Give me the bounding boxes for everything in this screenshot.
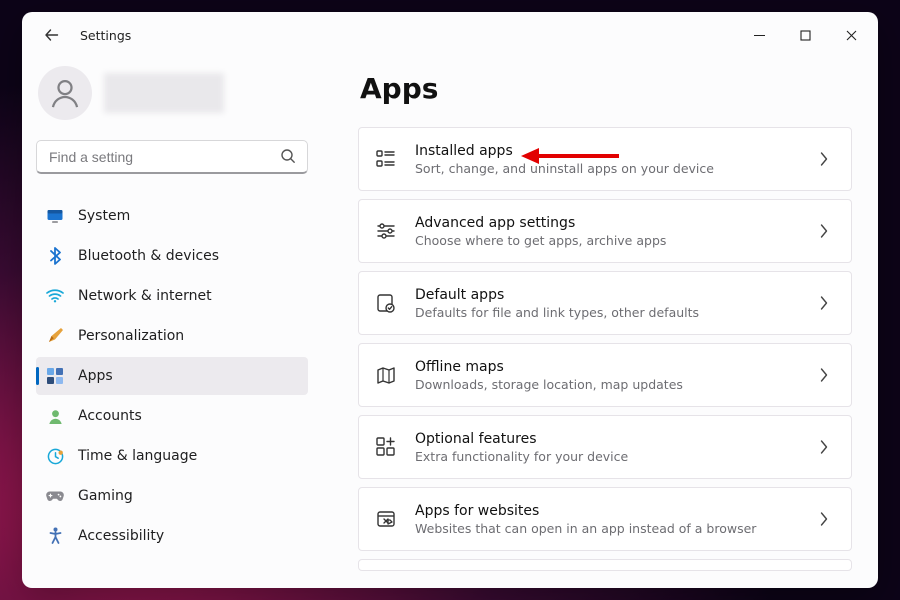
nav-list: System Bluetooth & devices Network & int…	[36, 196, 308, 556]
map-icon	[375, 364, 397, 386]
nav-item-time[interactable]: Time & language	[36, 437, 308, 475]
nav-item-system[interactable]: System	[36, 197, 308, 235]
card-subtitle: Choose where to get apps, archive apps	[415, 233, 801, 248]
clock-icon	[46, 447, 64, 465]
nav-item-accessibility[interactable]: Accessibility	[36, 517, 308, 555]
maximize-icon	[800, 30, 811, 41]
card-subtitle: Sort, change, and uninstall apps on your…	[415, 161, 801, 176]
card-title: Advanced app settings	[415, 215, 801, 231]
chevron-right-icon	[819, 152, 835, 166]
nav-label: Accounts	[78, 408, 142, 424]
card-subtitle: Websites that can open in an app instead…	[415, 521, 801, 536]
nav-label: Time & language	[78, 448, 197, 464]
card-offline-maps[interactable]: Offline maps Downloads, storage location…	[358, 343, 852, 407]
window-title: Settings	[80, 28, 131, 43]
card-title: Optional features	[415, 431, 801, 447]
chevron-right-icon	[819, 224, 835, 238]
card-subtitle: Extra functionality for your device	[415, 449, 801, 464]
nav-label: Network & internet	[78, 288, 212, 304]
nav-label: System	[78, 208, 130, 224]
card-title: Apps for websites	[415, 503, 801, 519]
card-subtitle: Defaults for file and link types, other …	[415, 305, 801, 320]
settings-window: Settings	[22, 12, 878, 588]
minimize-button[interactable]	[736, 19, 782, 51]
window-controls	[736, 19, 874, 51]
nav-item-accounts[interactable]: Accounts	[36, 397, 308, 435]
card-default-apps[interactable]: Default apps Defaults for file and link …	[358, 271, 852, 335]
nav-label: Accessibility	[78, 528, 164, 544]
installed-apps-icon	[375, 148, 397, 170]
profile-block[interactable]	[38, 66, 308, 120]
card-title: Offline maps	[415, 359, 801, 375]
card-optional-features[interactable]: Optional features Extra functionality fo…	[358, 415, 852, 479]
minimize-icon	[754, 30, 765, 41]
nav-label: Personalization	[78, 328, 184, 344]
apps-for-websites-icon	[375, 508, 397, 530]
card-text: Default apps Defaults for file and link …	[415, 287, 801, 320]
search-input[interactable]	[36, 140, 308, 174]
window-body: System Bluetooth & devices Network & int…	[22, 58, 878, 588]
back-button[interactable]	[34, 17, 70, 53]
card-apps-for-websites[interactable]: Apps for websites Websites that can open…	[358, 487, 852, 551]
card-text: Installed apps Sort, change, and uninsta…	[415, 143, 801, 176]
user-icon	[48, 76, 82, 110]
accessibility-icon	[46, 527, 64, 545]
nav-item-personalization[interactable]: Personalization	[36, 317, 308, 355]
main-panel: Apps Installed apps Sort, change, and un…	[322, 58, 878, 588]
cards-list: Installed apps Sort, change, and uninsta…	[358, 127, 852, 571]
optional-features-icon	[375, 436, 397, 458]
apps-icon	[46, 367, 64, 385]
search-icon	[280, 148, 296, 164]
bluetooth-icon	[46, 247, 64, 265]
search-box	[36, 140, 308, 174]
nav-item-apps[interactable]: Apps	[36, 357, 308, 395]
nav-item-bluetooth[interactable]: Bluetooth & devices	[36, 237, 308, 275]
card-title: Installed apps	[415, 143, 801, 159]
nav-item-gaming[interactable]: Gaming	[36, 477, 308, 515]
wifi-icon	[46, 287, 64, 305]
default-apps-icon	[375, 292, 397, 314]
close-button[interactable]	[828, 19, 874, 51]
card-text: Optional features Extra functionality fo…	[415, 431, 801, 464]
sidebar: System Bluetooth & devices Network & int…	[22, 58, 322, 588]
titlebar: Settings	[22, 12, 878, 58]
chevron-right-icon	[819, 512, 835, 526]
card-text: Apps for websites Websites that can open…	[415, 503, 801, 536]
maximize-button[interactable]	[782, 19, 828, 51]
profile-name-redacted	[104, 73, 224, 113]
avatar	[38, 66, 92, 120]
chevron-right-icon	[819, 368, 835, 382]
paintbrush-icon	[46, 327, 64, 345]
card-advanced-app-settings[interactable]: Advanced app settings Choose where to ge…	[358, 199, 852, 263]
chevron-right-icon	[819, 296, 835, 310]
nav-label: Gaming	[78, 488, 133, 504]
nav-item-network[interactable]: Network & internet	[36, 277, 308, 315]
accounts-icon	[46, 407, 64, 425]
system-icon	[46, 207, 64, 225]
gaming-icon	[46, 487, 64, 505]
nav-label: Apps	[78, 368, 113, 384]
card-title: Default apps	[415, 287, 801, 303]
card-subtitle: Downloads, storage location, map updates	[415, 377, 801, 392]
advanced-settings-icon	[375, 220, 397, 242]
card-text: Offline maps Downloads, storage location…	[415, 359, 801, 392]
card-installed-apps[interactable]: Installed apps Sort, change, and uninsta…	[358, 127, 852, 191]
chevron-right-icon	[819, 440, 835, 454]
nav-label: Bluetooth & devices	[78, 248, 219, 264]
page-title: Apps	[360, 72, 852, 105]
card-cutoff[interactable]	[358, 559, 852, 571]
close-icon	[846, 30, 857, 41]
back-arrow-icon	[44, 27, 60, 43]
card-text: Advanced app settings Choose where to ge…	[415, 215, 801, 248]
